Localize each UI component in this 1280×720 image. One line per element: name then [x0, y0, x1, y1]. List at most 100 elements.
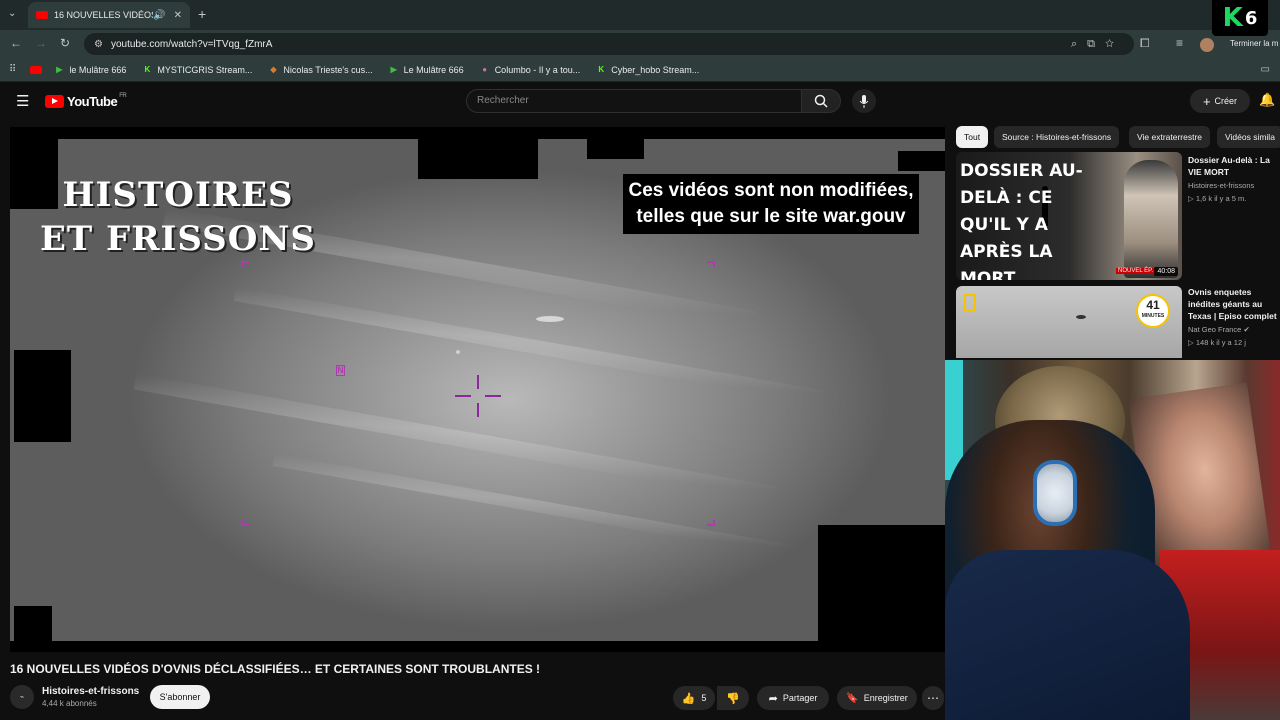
- bookmark-item[interactable]: K Cyber_hobo Stream...: [596, 65, 699, 75]
- object-blip: [536, 316, 564, 322]
- bookmark-item[interactable]: ▶ le Mulâtre 666: [54, 65, 126, 75]
- reload-icon[interactable]: ↻: [60, 36, 70, 50]
- play-icon: ▶: [390, 65, 397, 74]
- redaction-block: [418, 139, 538, 179]
- media-icon[interactable]: ≡: [1176, 36, 1183, 50]
- url-field[interactable]: ⚙ youtube.com/watch?v=lTVqg_fZmrA ⌕⧉☆: [84, 33, 1134, 55]
- duration-badge: 40:08: [1154, 267, 1178, 276]
- tab-search-icon[interactable]: ⌄: [8, 8, 16, 19]
- redaction-block: [14, 606, 52, 641]
- streamer-hoodie: [945, 550, 1190, 720]
- verified-icon: ✔: [1243, 325, 1250, 334]
- plus-icon: +: [1202, 93, 1211, 109]
- bookmark-item[interactable]: K MYSTICGRIS Stream...: [142, 65, 252, 75]
- new-episode-badge: NOUVEL ÉP.: [1116, 268, 1156, 274]
- youtube-play-icon: [45, 95, 64, 108]
- k6-badge: K 6: [1212, 0, 1268, 36]
- youtube-favicon-icon: [36, 11, 48, 19]
- bookmark-item[interactable]: ● Columbo - Il y a tou...: [480, 65, 580, 75]
- like-button[interactable]: 👍 5: [673, 686, 715, 710]
- kick-icon: K: [598, 65, 605, 74]
- dislike-button[interactable]: 👎: [717, 686, 749, 710]
- redaction-block: [898, 151, 945, 171]
- forward-icon[interactable]: →: [35, 36, 47, 50]
- portrait-image: [1124, 160, 1178, 278]
- new-tab-icon[interactable]: +: [198, 6, 206, 22]
- north-marker: N: [336, 365, 345, 376]
- share-icon: ➦: [768, 692, 778, 705]
- bookmarks-bar: ⠿ ▶ le Mulâtre 666 K MYSTICGRIS Stream... …: [0, 58, 1280, 82]
- crosshair-icon: [455, 375, 501, 417]
- nat-geo-logo-icon: [964, 294, 976, 312]
- menu-icon[interactable]: ☰: [16, 92, 29, 110]
- voice-search-button[interactable]: [852, 89, 876, 113]
- share-button[interactable]: ➦ Partager: [757, 686, 829, 710]
- save-button[interactable]: 🔖 Enregistrer: [837, 686, 917, 710]
- back-icon[interactable]: ←: [10, 36, 22, 50]
- youtube-logo[interactable]: YouTube FR: [45, 93, 127, 109]
- target-corner: [241, 261, 249, 267]
- bookmark-item[interactable]: ◆ Nicolas Trieste's cus...: [268, 65, 372, 75]
- columbo-icon: ●: [482, 65, 488, 74]
- finish-button[interactable]: Terminer la m: [1224, 37, 1279, 51]
- search-icon: [814, 94, 828, 108]
- recommendation-channel[interactable]: Histoires-et-frissons: [1188, 181, 1254, 190]
- webcam-overlay: [945, 360, 1280, 720]
- apps-icon[interactable]: ⠿: [9, 64, 16, 75]
- url-text: youtube.com/watch?v=lTVqg_fZmrA: [110, 38, 273, 50]
- recommendation-channel[interactable]: Nat Geo France ✔: [1188, 325, 1250, 334]
- play-icon: ▶: [56, 65, 63, 74]
- folder-icon[interactable]: ▭: [1261, 64, 1270, 75]
- close-tab-icon[interactable]: ✕: [174, 10, 182, 21]
- subscribe-button[interactable]: S'abonner: [150, 685, 210, 709]
- headset-icon: [1033, 460, 1077, 526]
- fox-icon: ◆: [270, 65, 277, 74]
- target-corner: [707, 261, 715, 267]
- recommendation-meta: ▷ 148 k il y a 12 j: [1188, 338, 1246, 347]
- minutes-badge: 41 MINUTES: [1136, 294, 1170, 328]
- recommendation-thumbnail[interactable]: DOSSIER AU-DELÀ : CE QU'IL Y A APRÈS LA …: [956, 152, 1182, 280]
- channel-avatar[interactable]: ⌁: [10, 685, 34, 709]
- notifications-icon[interactable]: 🔔: [1259, 92, 1275, 108]
- thumbs-up-icon: 👍: [681, 692, 696, 705]
- channel-watermark: HISTOIRES ET FRISSONS: [40, 175, 316, 259]
- channel-name[interactable]: Histoires-et-frissons: [42, 686, 139, 697]
- more-actions-button[interactable]: ⋯: [922, 686, 944, 710]
- search-input[interactable]: Rechercher: [466, 89, 802, 113]
- ufo-icon: [1076, 315, 1086, 319]
- recommendation-meta: ▷ 1,6 k il y a 5 m.: [1188, 194, 1247, 203]
- redaction-block: [14, 350, 71, 442]
- chip-tout[interactable]: Tout: [956, 126, 989, 148]
- profile-avatar[interactable]: [1200, 38, 1214, 52]
- video-notice: Ces vidéos sont non modifiées, telles qu…: [623, 174, 919, 234]
- address-bar-row: ← → ↻ ⚙ youtube.com/watch?v=lTVqg_fZmrA …: [0, 30, 1280, 58]
- speaker-icon[interactable]: 🔊: [153, 10, 165, 21]
- zoom-icon[interactable]: ⌕⧉☆: [1071, 38, 1124, 51]
- redaction-block: [587, 139, 644, 159]
- browser-tab-bar: ⌄ 16 NOUVELLES VIDÉOS D'O 🔊 ✕ +: [0, 0, 1280, 30]
- bookmark-icon: 🔖: [846, 692, 859, 704]
- search-button[interactable]: [801, 89, 841, 113]
- chip-vie-extraterrestre[interactable]: Vie extraterrestre: [1129, 126, 1211, 148]
- more-icon: ⋯: [927, 691, 939, 705]
- recommendation-title[interactable]: Ovnis enquetes inédites géants au Texas …: [1188, 286, 1280, 322]
- recommendation-thumbnail[interactable]: 41 MINUTES: [956, 286, 1182, 358]
- chip-videos-similaires[interactable]: Vidéos simila: [1217, 126, 1280, 148]
- tab-active[interactable]: 16 NOUVELLES VIDÉOS D'O 🔊 ✕: [28, 2, 190, 28]
- thumbnail-text: DOSSIER AU-DELÀ : CE QU'IL Y A APRÈS LA …: [960, 161, 1083, 280]
- video-player[interactable]: HISTOIRES ET FRISSONS Ces vidéos sont no…: [10, 127, 945, 652]
- tab-title: 16 NOUVELLES VIDÉOS D'O: [54, 10, 153, 20]
- create-button[interactable]: + Créer: [1190, 89, 1250, 113]
- target-corner: [707, 520, 715, 526]
- chip-source[interactable]: Source : Histoires-et-frissons: [994, 126, 1120, 148]
- video-frame: HISTOIRES ET FRISSONS Ces vidéos sont no…: [10, 139, 945, 641]
- redaction-block: [818, 525, 945, 641]
- video-title: 16 NOUVELLES VIDÉOS D'OVNIS DÉCLASSIFIÉE…: [10, 662, 541, 676]
- subscriber-count: 4,44 k abonnés: [42, 699, 97, 708]
- youtube-bookmark-icon[interactable]: [30, 65, 43, 74]
- bookmark-item[interactable]: ▶ Le Mulâtre 666: [389, 65, 464, 75]
- extensions-icon[interactable]: ⧠: [1140, 36, 1150, 51]
- thumbs-down-icon: 👎: [726, 692, 740, 705]
- recommendation-title[interactable]: Dossier Au-delà : La VIE MORT: [1188, 154, 1280, 178]
- site-info-icon[interactable]: ⚙: [94, 39, 103, 50]
